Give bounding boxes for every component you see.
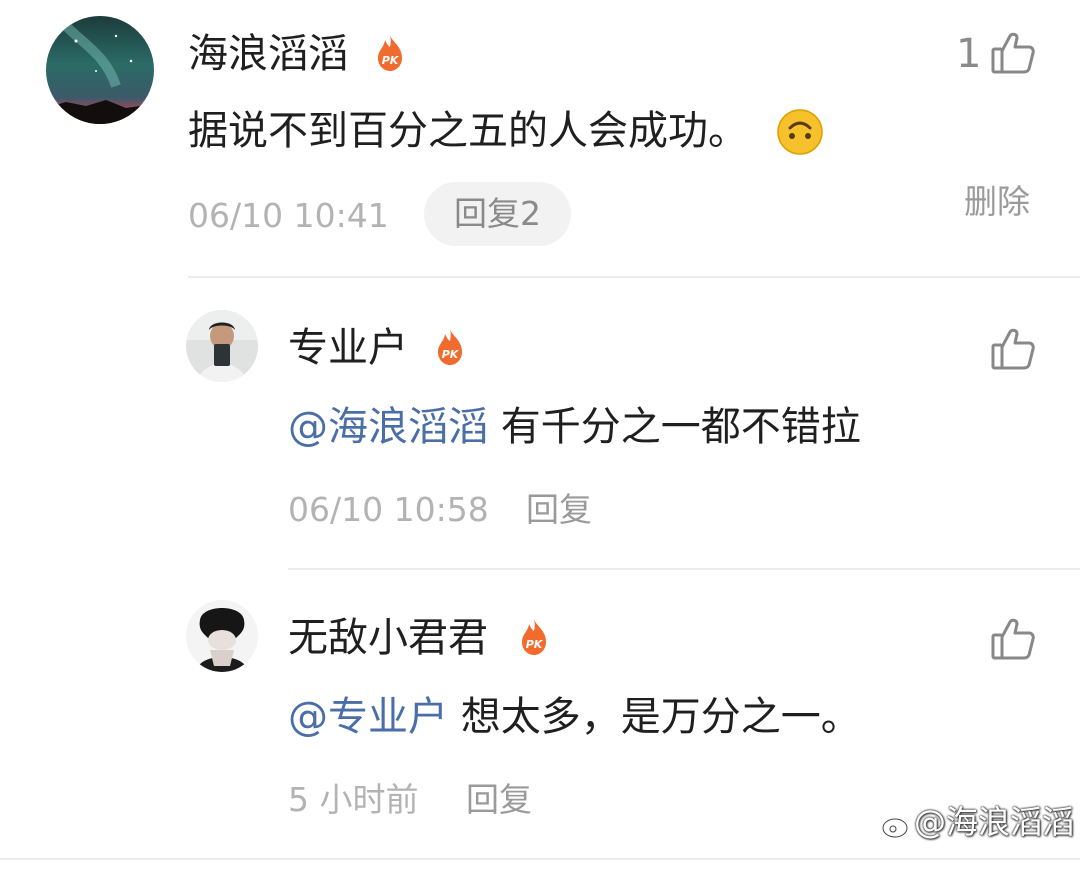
thumbs-up-icon[interactable] bbox=[990, 326, 1036, 372]
pk-fire-badge-icon: PK bbox=[434, 328, 466, 366]
commenter-name[interactable]: 海浪滔滔 bbox=[188, 30, 348, 78]
reply-text-body: 有千分之一都不错拉 bbox=[488, 404, 861, 450]
avatar-reply-2[interactable] bbox=[186, 600, 258, 672]
reply-timestamp: 06/10 10:58 bbox=[288, 490, 489, 529]
mention-link[interactable]: @海浪滔滔 bbox=[288, 404, 488, 450]
weibo-logo-icon bbox=[880, 808, 914, 842]
pk-fire-badge-icon: PK bbox=[518, 618, 550, 656]
avatar-reply-1[interactable] bbox=[186, 310, 258, 382]
avatar-main-commenter[interactable] bbox=[46, 16, 154, 124]
divider bbox=[0, 858, 1080, 860]
pk-fire-badge-icon: PK bbox=[374, 34, 406, 72]
reply-timestamp: 5 小时前 bbox=[288, 780, 419, 819]
reply-text-body: 想太多，是万分之一。 bbox=[448, 694, 861, 740]
comment-text: 据说不到百分之五的人会成功。 bbox=[188, 106, 748, 156]
svg-text:PK: PK bbox=[526, 638, 544, 651]
reply-text: @海浪滔滔 有千分之一都不错拉 bbox=[288, 402, 861, 452]
watermark-text: @海浪滔滔 bbox=[914, 803, 1075, 841]
mention-link[interactable]: @专业户 bbox=[288, 694, 448, 740]
delete-button[interactable]: 删除 bbox=[964, 182, 1030, 222]
upside-down-smile-emoji-icon bbox=[776, 108, 824, 156]
comment-timestamp: 06/10 10:41 bbox=[188, 196, 389, 235]
reply-author-name[interactable]: 无敌小君君 bbox=[288, 614, 488, 662]
divider bbox=[188, 276, 1080, 278]
divider bbox=[288, 568, 1080, 570]
reply-button[interactable]: 回复 bbox=[526, 490, 592, 530]
like-count: 1 bbox=[956, 31, 982, 77]
thumbs-up-icon[interactable] bbox=[990, 30, 1036, 76]
svg-text:PK: PK bbox=[382, 54, 400, 67]
reply-text: @专业户 想太多，是万分之一。 bbox=[288, 692, 861, 742]
reply-author-name[interactable]: 专业户 bbox=[288, 324, 408, 372]
reply-button[interactable]: 回复 bbox=[466, 780, 532, 820]
comment-text-body: 据说不到百分之五的人会成功。 bbox=[188, 108, 748, 154]
thumbs-up-icon[interactable] bbox=[990, 616, 1036, 662]
reply-count-button[interactable]: 回复2 bbox=[424, 182, 571, 246]
svg-text:PK: PK bbox=[442, 348, 460, 361]
